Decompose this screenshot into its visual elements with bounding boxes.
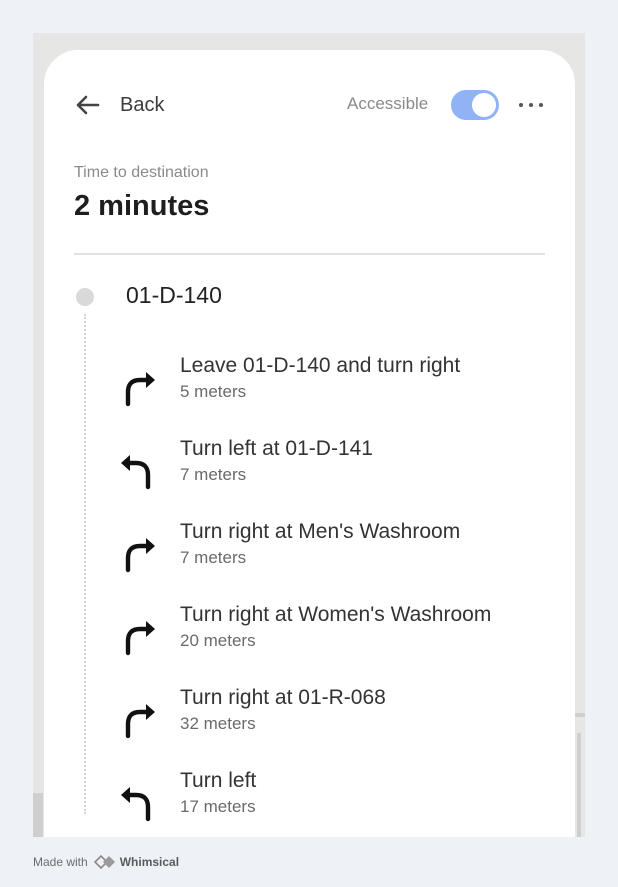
map-road [33, 793, 43, 837]
step-title: Turn right at Women's Washroom [180, 603, 492, 626]
turn-right-icon [120, 368, 156, 408]
back-label: Back [120, 93, 165, 116]
toggle-knob [472, 93, 496, 117]
route-step[interactable]: Turn left 17 meters [44, 769, 575, 829]
route-step[interactable]: Turn right at Men's Washroom 7 meters [44, 520, 575, 580]
accessible-toggle[interactable] [451, 90, 499, 120]
step-distance: 7 meters [180, 548, 247, 567]
step-distance: 17 meters [180, 797, 256, 816]
more-options-button[interactable] [518, 94, 544, 116]
origin-marker [76, 288, 94, 306]
step-title: Leave 01-D-140 and turn right [180, 354, 461, 377]
turn-right-icon [120, 534, 156, 574]
map-road [577, 733, 581, 837]
made-with-label: Made with [33, 855, 88, 869]
back-button[interactable]: Back [74, 90, 164, 120]
step-title: Turn left at 01-D-141 [180, 437, 373, 460]
whimsical-brand-label: Whimsical [119, 855, 180, 869]
accessible-label: Accessible [347, 94, 429, 113]
turn-left-icon [120, 783, 156, 823]
step-title: Turn right at Men's Washroom [180, 520, 461, 543]
step-distance: 20 meters [180, 631, 256, 650]
ellipsis-icon [529, 103, 533, 107]
time-to-destination-label: Time to destination [74, 164, 209, 181]
step-title: Turn left [180, 769, 257, 792]
step-distance: 32 meters [180, 714, 256, 733]
step-distance: 5 meters [180, 382, 247, 401]
route-step[interactable]: Leave 01-D-140 and turn right 5 meters [44, 354, 575, 414]
step-title: Turn right at 01-R-068 [180, 686, 386, 709]
turn-left-icon [120, 451, 156, 491]
arrow-left-icon [74, 94, 100, 116]
route-step[interactable]: Turn right at Women's Washroom 20 meters [44, 603, 575, 663]
turn-right-icon [120, 617, 156, 657]
step-distance: 7 meters [180, 465, 247, 484]
ellipsis-icon [539, 103, 543, 107]
directions-panel: Back Accessible Time to destination 2 mi… [44, 50, 575, 837]
panel-header: Back Accessible [44, 90, 575, 120]
divider [74, 253, 545, 255]
origin-label: 01-D-140 [126, 282, 222, 308]
ellipsis-icon [519, 103, 523, 107]
time-to-destination-value: 2 minutes [74, 190, 210, 222]
made-with-whimsical-badge[interactable]: Made with Whimsical [33, 853, 179, 871]
route-step[interactable]: Turn left at 01-D-141 7 meters [44, 437, 575, 497]
whimsical-logo-icon [93, 855, 120, 869]
turn-right-icon [120, 700, 156, 740]
route-step[interactable]: Turn right at 01-R-068 32 meters [44, 686, 575, 746]
